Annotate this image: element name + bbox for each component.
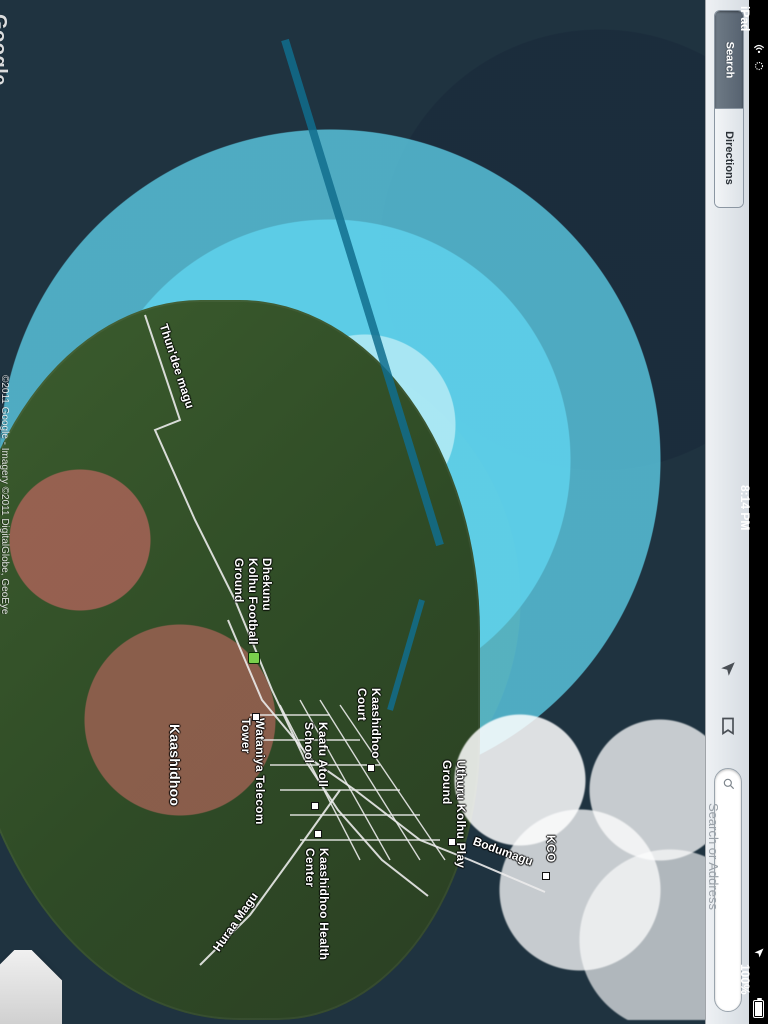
- status-carrier: iPad: [738, 6, 752, 32]
- wifi-icon-svg: [753, 44, 765, 54]
- wifi-icon: [752, 42, 766, 56]
- poi-label: Wataniya Telecom Tower: [239, 718, 267, 825]
- page-curl[interactable]: [0, 950, 62, 1024]
- status-bar: iPad 8:14 PM 100%: [738, 0, 768, 1024]
- battery-level-fill: [755, 1002, 762, 1016]
- kco-marker[interactable]: [542, 872, 550, 880]
- football-ground-icon[interactable]: [248, 652, 260, 664]
- battery-icon: [753, 998, 764, 1018]
- poi-label: Kaafu Atoll School: [302, 722, 330, 788]
- tab-directions[interactable]: Directions: [715, 109, 743, 207]
- poi-label: KCO: [544, 835, 558, 863]
- court-marker[interactable]: [367, 764, 375, 772]
- search-icon-svg: [723, 778, 735, 790]
- bookmark-icon[interactable]: [716, 714, 740, 738]
- road-network: [144, 38, 546, 966]
- poi-label: Uthuru Kolhu Play Ground: [440, 760, 468, 869]
- location-services-icon: [753, 946, 765, 958]
- location-arrow-icon-svg: [721, 662, 735, 676]
- search-placeholder: Search or Address: [706, 803, 721, 910]
- location-arrow-icon[interactable]: [716, 657, 740, 681]
- map-attribution: ©2011 Google - Imagery ©2011 DigitalGlob…: [0, 375, 10, 615]
- poi-label: Kaashidhoo Health Center: [303, 848, 331, 961]
- search-directions-segmented-control[interactable]: Search Directions: [714, 10, 744, 208]
- health-center-marker[interactable]: [314, 830, 322, 838]
- battery-percentage: 100%: [738, 964, 752, 995]
- place-label: Kaashidhoo: [167, 724, 183, 807]
- tab-search-label: Search: [723, 41, 736, 79]
- school-marker[interactable]: [311, 802, 319, 810]
- location-services-icon-svg: [754, 948, 764, 958]
- poi-label: Dhekunu Kolhu Football Ground: [232, 558, 274, 645]
- network-activity-icon-svg: [754, 61, 764, 71]
- network-activity-icon: [752, 59, 766, 73]
- play-ground-marker[interactable]: [448, 838, 456, 846]
- telecom-tower-marker[interactable]: [252, 713, 260, 721]
- satellite-map[interactable]: Google ©2011 Google - Imagery ©2011 Digi…: [0, 0, 705, 1024]
- tab-directions-label: Directions: [723, 131, 736, 185]
- page-curl-corner[interactable]: [0, 950, 62, 1024]
- status-time: 8:14 PM: [738, 485, 752, 531]
- bookmark-icon-svg: [722, 717, 734, 736]
- search-icon: [722, 777, 736, 791]
- google-logo: Google: [0, 14, 10, 86]
- search-input[interactable]: [719, 799, 739, 1003]
